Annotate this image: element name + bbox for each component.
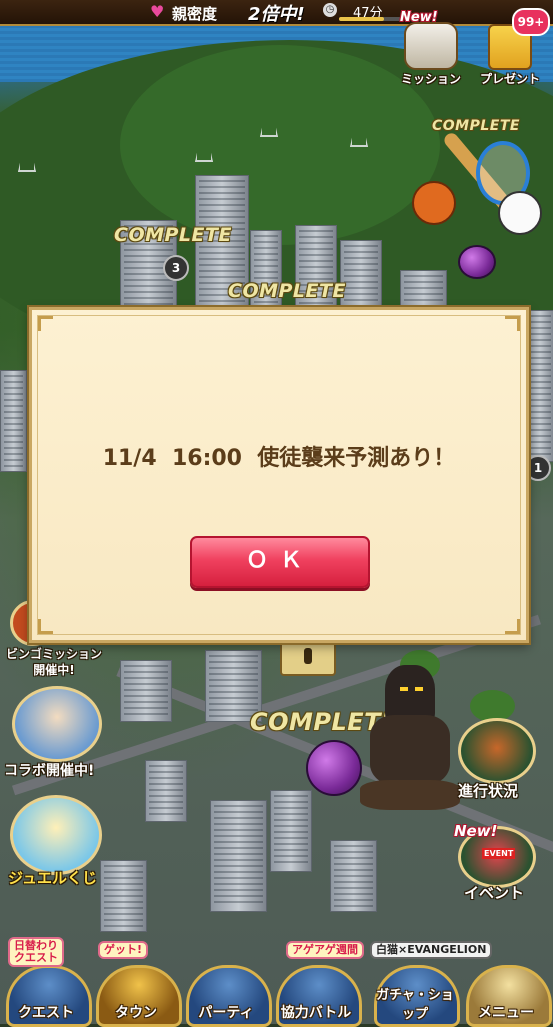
dialog-message: 11/4 16:00 使徒襲来予測あり！ [102,446,456,471]
dialog-corner-ornament [38,316,53,331]
nav-town-label: タウン [115,1005,157,1021]
nav-party-label: パーティ [198,1005,254,1021]
nav-coop-battle[interactable]: アゲアゲ週間 協力バトル [272,941,364,1027]
nav-quest[interactable]: 日替わり クエスト クエスト [2,937,92,1027]
nav-gacha-label: ガチャ・ショップ [376,988,454,1022]
nav-gacha-shop[interactable]: 白猫×EVANGELION ガチャ・ショップ [370,941,493,1027]
nav-menu[interactable]: メニュー [462,945,552,1027]
dialog-corner-ornament [38,619,53,634]
nav-menu-label: メニュー [478,1005,534,1021]
bottom-navigation: 日替わり クエスト クエスト ゲット! タウン パーティ アゲアゲ週間 協力バト… [0,935,553,1027]
ok-button[interactable]: ＯＫ [190,536,370,588]
dialog-corner-ornament [505,316,520,331]
nav-party[interactable]: パーティ [182,945,272,1027]
nav-coop-battle-label: 協力バトル [280,1005,352,1021]
nav-quest-tag: 日替わり クエスト [8,937,64,967]
nav-coop-battle-tag: アゲアゲ週間 [286,941,364,959]
nav-quest-label: クエスト [18,1005,74,1021]
notice-dialog: 11/4 16:00 使徒襲来予測あり！ ＯＫ [29,307,529,643]
nav-town-tag: ゲット! [98,941,149,959]
nav-town[interactable]: ゲット! タウン [92,941,182,1027]
dialog-corner-ornament [505,619,520,634]
